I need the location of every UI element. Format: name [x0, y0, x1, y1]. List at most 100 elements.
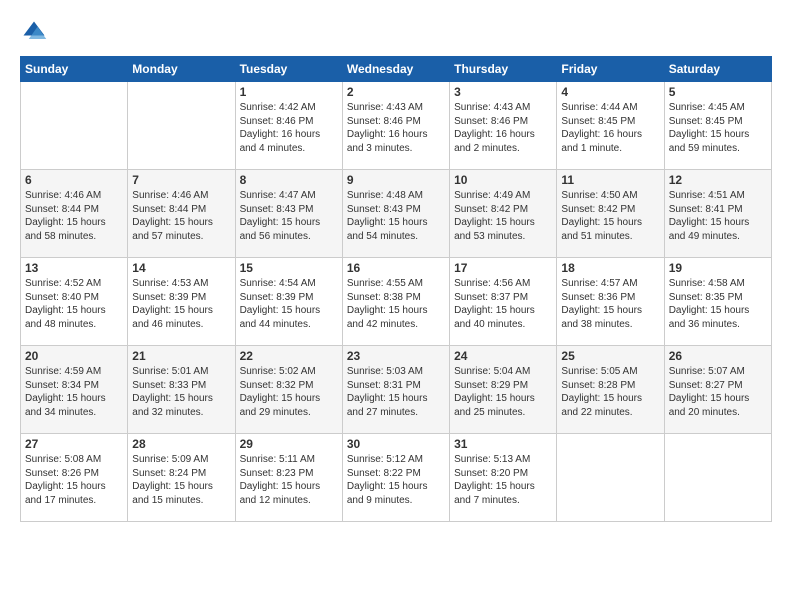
calendar-cell: 29 Sunrise: 5:11 AM Sunset: 8:23 PM Dayli…: [235, 434, 342, 522]
calendar-cell: 17 Sunrise: 4:56 AM Sunset: 8:37 PM Dayli…: [450, 258, 557, 346]
calendar-cell: [128, 82, 235, 170]
calendar-cell: 31Sunrise: 5:13 AM Sunset: 8:20 PM Dayli…: [450, 434, 557, 522]
day-info: Sunrise: 4:56 AM Sunset: 8:37 PM Dayligh…: [454, 277, 552, 331]
calendar-cell: 8Sunrise: 4:47 AM Sunset: 8:43 PM Daylig…: [235, 170, 342, 258]
day-info: Sunrise: 5:09 AM Sunset: 8:24 PM Dayligh…: [132, 453, 230, 507]
day-number: 14: [132, 261, 230, 275]
page: SundayMondayTuesdayWednesdayThursdayFrid…: [0, 0, 792, 612]
calendar-cell: 1Sunrise: 4:42 AM Sunset: 8:46 PM Daylig…: [235, 82, 342, 170]
day-info: Sunrise: 5:08 AM Sunset: 8:26 PM Dayligh…: [25, 453, 123, 507]
calendar-cell: 4 Sunrise: 4:44 AM Sunset: 8:45 PM Daylig…: [557, 82, 664, 170]
day-number: 7: [132, 173, 230, 187]
day-number: 23: [347, 349, 445, 363]
calendar-cell: 24 Sunrise: 5:04 AM Sunset: 8:29 PM Dayli…: [450, 346, 557, 434]
calendar-cell: 2 Sunrise: 4:43 AM Sunset: 8:46 PM Daylig…: [342, 82, 449, 170]
calendar-week-row: 27 Sunrise: 5:08 AM Sunset: 8:26 PM Dayli…: [21, 434, 772, 522]
calendar-cell: 28Sunrise: 5:09 AM Sunset: 8:24 PM Dayli…: [128, 434, 235, 522]
day-number: 30: [347, 437, 445, 451]
day-info: Sunrise: 5:07 AM Sunset: 8:27 PM Dayligh…: [669, 365, 767, 419]
calendar-cell: 18Sunrise: 4:57 AM Sunset: 8:36 PM Dayli…: [557, 258, 664, 346]
calendar-cell: 23 Sunrise: 5:03 AM Sunset: 8:31 PM Dayli…: [342, 346, 449, 434]
calendar-cell: [21, 82, 128, 170]
day-info: Sunrise: 4:59 AM Sunset: 8:34 PM Dayligh…: [25, 365, 123, 419]
calendar-cell: 19 Sunrise: 4:58 AM Sunset: 8:35 PM Dayli…: [664, 258, 771, 346]
calendar-cell: 15 Sunrise: 4:54 AM Sunset: 8:39 PM Dayli…: [235, 258, 342, 346]
day-number: 6: [25, 173, 123, 187]
logo: [20, 18, 52, 46]
weekday-header: Sunday: [21, 57, 128, 82]
day-info: Sunrise: 4:54 AM Sunset: 8:39 PM Dayligh…: [240, 277, 338, 331]
day-number: 3: [454, 85, 552, 99]
calendar-week-row: 20 Sunrise: 4:59 AM Sunset: 8:34 PM Dayli…: [21, 346, 772, 434]
calendar-week-row: 1Sunrise: 4:42 AM Sunset: 8:46 PM Daylig…: [21, 82, 772, 170]
day-info: Sunrise: 4:46 AM Sunset: 8:44 PM Dayligh…: [132, 189, 230, 243]
day-number: 15: [240, 261, 338, 275]
calendar-cell: 20 Sunrise: 4:59 AM Sunset: 8:34 PM Dayli…: [21, 346, 128, 434]
day-info: Sunrise: 4:43 AM Sunset: 8:46 PM Dayligh…: [347, 101, 445, 155]
calendar-cell: 9 Sunrise: 4:48 AM Sunset: 8:43 PM Daylig…: [342, 170, 449, 258]
day-number: 4: [561, 85, 659, 99]
day-number: 5: [669, 85, 767, 99]
weekday-header: Friday: [557, 57, 664, 82]
day-number: 9: [347, 173, 445, 187]
weekday-header: Tuesday: [235, 57, 342, 82]
day-info: Sunrise: 4:47 AM Sunset: 8:43 PM Dayligh…: [240, 189, 338, 243]
calendar-cell: 27 Sunrise: 5:08 AM Sunset: 8:26 PM Dayli…: [21, 434, 128, 522]
day-info: Sunrise: 4:50 AM Sunset: 8:42 PM Dayligh…: [561, 189, 659, 243]
header: [20, 18, 772, 46]
weekday-header: Thursday: [450, 57, 557, 82]
day-number: 19: [669, 261, 767, 275]
day-number: 29: [240, 437, 338, 451]
day-number: 2: [347, 85, 445, 99]
day-info: Sunrise: 4:51 AM Sunset: 8:41 PM Dayligh…: [669, 189, 767, 243]
day-info: Sunrise: 4:43 AM Sunset: 8:46 PM Dayligh…: [454, 101, 552, 155]
day-number: 21: [132, 349, 230, 363]
day-info: Sunrise: 4:58 AM Sunset: 8:35 PM Dayligh…: [669, 277, 767, 331]
weekday-header: Wednesday: [342, 57, 449, 82]
calendar-cell: 6 Sunrise: 4:46 AM Sunset: 8:44 PM Daylig…: [21, 170, 128, 258]
day-info: Sunrise: 4:52 AM Sunset: 8:40 PM Dayligh…: [25, 277, 123, 331]
day-number: 22: [240, 349, 338, 363]
calendar-table: SundayMondayTuesdayWednesdayThursdayFrid…: [20, 56, 772, 522]
day-info: Sunrise: 5:02 AM Sunset: 8:32 PM Dayligh…: [240, 365, 338, 419]
calendar-cell: 16Sunrise: 4:55 AM Sunset: 8:38 PM Dayli…: [342, 258, 449, 346]
day-number: 17: [454, 261, 552, 275]
day-info: Sunrise: 5:05 AM Sunset: 8:28 PM Dayligh…: [561, 365, 659, 419]
calendar-cell: 12 Sunrise: 4:51 AM Sunset: 8:41 PM Dayli…: [664, 170, 771, 258]
calendar-cell: [664, 434, 771, 522]
logo-icon: [20, 18, 48, 46]
day-info: Sunrise: 4:49 AM Sunset: 8:42 PM Dayligh…: [454, 189, 552, 243]
day-info: Sunrise: 4:44 AM Sunset: 8:45 PM Dayligh…: [561, 101, 659, 155]
day-info: Sunrise: 5:03 AM Sunset: 8:31 PM Dayligh…: [347, 365, 445, 419]
calendar-cell: [557, 434, 664, 522]
day-info: Sunrise: 4:48 AM Sunset: 8:43 PM Dayligh…: [347, 189, 445, 243]
day-number: 20: [25, 349, 123, 363]
day-number: 13: [25, 261, 123, 275]
day-number: 24: [454, 349, 552, 363]
calendar-cell: 22 Sunrise: 5:02 AM Sunset: 8:32 PM Dayli…: [235, 346, 342, 434]
day-info: Sunrise: 4:42 AM Sunset: 8:46 PM Dayligh…: [240, 101, 338, 155]
calendar-cell: 21 Sunrise: 5:01 AM Sunset: 8:33 PM Dayli…: [128, 346, 235, 434]
day-number: 31: [454, 437, 552, 451]
day-info: Sunrise: 4:46 AM Sunset: 8:44 PM Dayligh…: [25, 189, 123, 243]
day-info: Sunrise: 5:12 AM Sunset: 8:22 PM Dayligh…: [347, 453, 445, 507]
calendar-cell: 7 Sunrise: 4:46 AM Sunset: 8:44 PM Daylig…: [128, 170, 235, 258]
day-number: 11: [561, 173, 659, 187]
calendar-week-row: 6 Sunrise: 4:46 AM Sunset: 8:44 PM Daylig…: [21, 170, 772, 258]
calendar-cell: 10Sunrise: 4:49 AM Sunset: 8:42 PM Dayli…: [450, 170, 557, 258]
weekday-header: Saturday: [664, 57, 771, 82]
day-number: 26: [669, 349, 767, 363]
weekday-header: Monday: [128, 57, 235, 82]
day-info: Sunrise: 5:04 AM Sunset: 8:29 PM Dayligh…: [454, 365, 552, 419]
calendar-cell: 3 Sunrise: 4:43 AM Sunset: 8:46 PM Daylig…: [450, 82, 557, 170]
day-info: Sunrise: 5:11 AM Sunset: 8:23 PM Dayligh…: [240, 453, 338, 507]
day-info: Sunrise: 4:55 AM Sunset: 8:38 PM Dayligh…: [347, 277, 445, 331]
day-number: 27: [25, 437, 123, 451]
day-number: 12: [669, 173, 767, 187]
day-info: Sunrise: 5:01 AM Sunset: 8:33 PM Dayligh…: [132, 365, 230, 419]
calendar-cell: 5Sunrise: 4:45 AM Sunset: 8:45 PM Daylig…: [664, 82, 771, 170]
calendar-cell: 30 Sunrise: 5:12 AM Sunset: 8:22 PM Dayli…: [342, 434, 449, 522]
calendar-cell: 13 Sunrise: 4:52 AM Sunset: 8:40 PM Dayli…: [21, 258, 128, 346]
day-info: Sunrise: 4:57 AM Sunset: 8:36 PM Dayligh…: [561, 277, 659, 331]
calendar-cell: 25Sunrise: 5:05 AM Sunset: 8:28 PM Dayli…: [557, 346, 664, 434]
